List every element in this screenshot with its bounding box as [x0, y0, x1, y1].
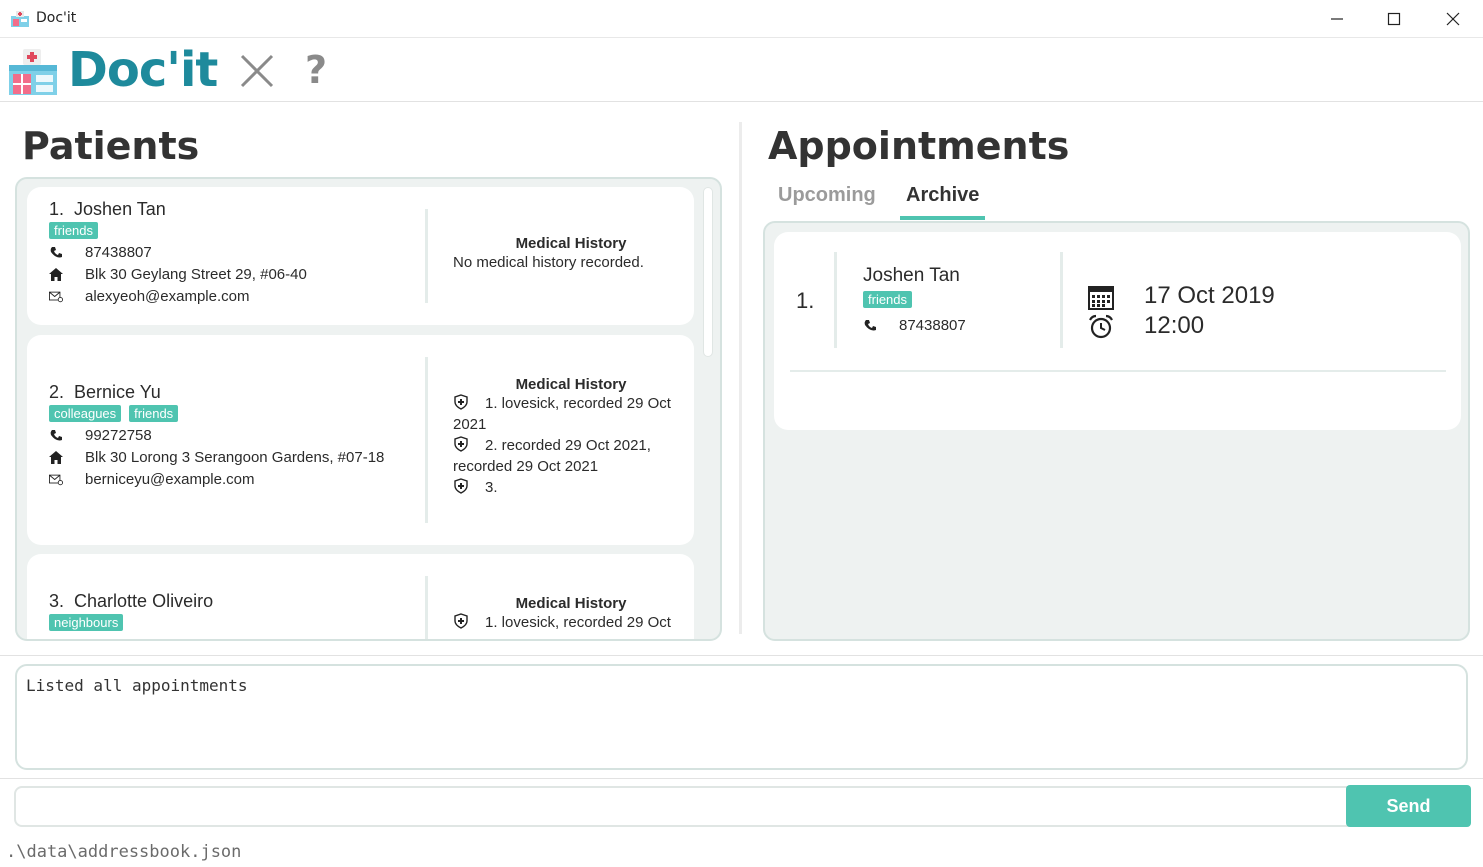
patient-list[interactable]: 1. Joshen Tan friends 87438807 Blk 30 Ge…	[15, 177, 722, 641]
patient-card[interactable]: 1. Joshen Tan friends 87438807 Blk 30 Ge…	[27, 187, 694, 325]
patient-card[interactable]: 3. Charlotte Oliveiro neighbours Medical…	[27, 554, 694, 639]
patient-phone: 99272758	[85, 426, 152, 444]
close-window-button[interactable]	[1430, 4, 1476, 34]
patient-tag: neighbours	[49, 614, 124, 631]
command-input[interactable]	[14, 786, 1350, 827]
patient-tag: friends	[863, 291, 913, 308]
status-bar: .\data\addressbook.json	[0, 836, 1483, 867]
patient-name: 2. Bernice Yu	[49, 382, 161, 402]
exit-menu-button[interactable]	[238, 52, 276, 90]
patient-phone: 87438807	[85, 243, 152, 261]
shield-icon	[454, 436, 468, 452]
patient-tag: friends	[129, 405, 179, 422]
medical-history-empty: No medical history recorded.	[453, 254, 644, 271]
tab-archive[interactable]: Archive	[906, 184, 979, 207]
patient-tag: colleagues	[49, 405, 122, 422]
appointment-card[interactable]: 1. Joshen Tan friends 87438807 17 Oct 20…	[774, 232, 1461, 430]
card-separator	[790, 370, 1446, 372]
shield-icon	[454, 394, 468, 410]
patient-email: alexyeoh@example.com	[85, 287, 250, 305]
result-display-area: Listed all appointments	[0, 655, 1483, 779]
app-icon	[11, 11, 29, 27]
shield-icon	[454, 613, 468, 629]
card-divider	[425, 357, 428, 523]
window-title: Doc'it	[36, 10, 77, 26]
email-icon	[49, 289, 63, 303]
phone-icon	[49, 428, 63, 442]
minimize-button[interactable]	[1314, 4, 1360, 34]
close-icon	[1446, 12, 1460, 26]
patient-email: berniceyu@example.com	[85, 470, 255, 488]
appointment-date: 17 Oct 2019	[1144, 282, 1275, 309]
card-divider	[425, 209, 428, 303]
result-display[interactable]: Listed all appointments	[15, 664, 1468, 770]
maximize-button[interactable]	[1371, 4, 1417, 34]
patient-tag: friends	[49, 222, 99, 239]
result-text: Listed all appointments	[26, 676, 248, 695]
send-button[interactable]: Send	[1346, 785, 1471, 827]
medical-history-item: 3.	[453, 477, 689, 498]
patient-address: Blk 30 Geylang Street 29, #06-40	[85, 265, 307, 283]
shield-icon	[454, 478, 468, 494]
app-header: Doc'it ?	[0, 38, 1483, 102]
appointment-phone: 87438807	[899, 316, 966, 334]
patient-list-scrollbar[interactable]	[703, 187, 713, 357]
medical-history-title: Medical History	[515, 376, 627, 393]
help-menu-button[interactable]: ?	[305, 48, 327, 92]
maximize-icon	[1387, 12, 1401, 26]
appointments-title: Appointments	[768, 124, 1070, 168]
active-tab-indicator	[900, 216, 985, 220]
appointment-list[interactable]: 1. Joshen Tan friends 87438807 17 Oct 20…	[763, 221, 1470, 641]
phone-icon	[863, 318, 877, 332]
logo-text: Doc'it	[68, 42, 218, 98]
patient-address: Blk 30 Lorong 3 Serangoon Gardens, #07-1…	[85, 448, 385, 466]
medical-history-item: 2. recorded 29 Oct 2021, recorded 29 Oct…	[453, 436, 651, 475]
appointment-patient-name: Joshen Tan	[863, 265, 960, 286]
panel-splitter[interactable]	[739, 122, 742, 634]
alarm-clock-icon	[1089, 314, 1113, 339]
medical-history-title: Medical History	[515, 595, 627, 612]
appointment-time: 12:00	[1144, 312, 1205, 339]
patient-card[interactable]: 2. Bernice Yu colleagues friends 9927275…	[27, 335, 694, 545]
medical-history-item: 1. lovesick, recorded 29 Oct 2021	[453, 394, 671, 433]
status-file-path: .\data\addressbook.json	[6, 842, 242, 862]
phone-icon	[49, 245, 63, 259]
window-titlebar: Doc'it	[0, 0, 1483, 38]
patients-title: Patients	[22, 124, 200, 168]
home-icon	[49, 450, 63, 464]
card-divider	[1060, 252, 1063, 348]
calendar-icon	[1088, 286, 1114, 310]
medical-history-title: Medical History	[515, 235, 627, 252]
patient-name: 1. Joshen Tan	[49, 199, 166, 219]
card-divider	[834, 252, 837, 348]
minimize-icon	[1331, 18, 1343, 20]
home-icon	[49, 267, 63, 281]
medical-history-item: 1. lovesick, recorded 29 Oct	[453, 612, 689, 633]
email-icon	[49, 472, 63, 486]
patient-name: 3. Charlotte Oliveiro	[49, 591, 214, 611]
tab-upcoming[interactable]: Upcoming	[778, 184, 876, 207]
appointment-index: 1.	[796, 288, 815, 313]
card-divider	[425, 576, 428, 639]
logo-icon	[9, 49, 57, 95]
